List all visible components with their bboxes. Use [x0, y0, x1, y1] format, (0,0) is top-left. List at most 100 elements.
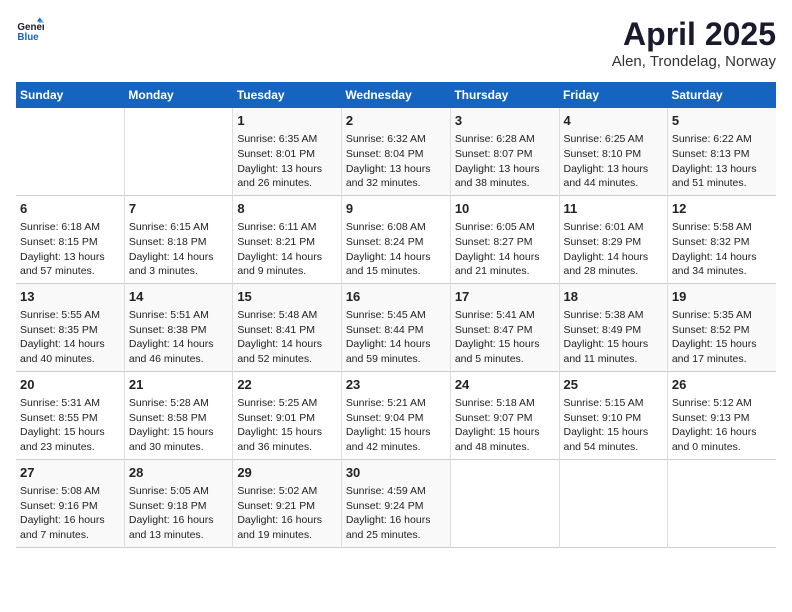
- day-number: 16: [346, 288, 446, 306]
- calendar-cell: 1 Sunrise: 6:35 AM Sunset: 8:01 PM Daylight…: [233, 108, 342, 195]
- day-number: 7: [129, 200, 228, 218]
- sunset-text: Sunset: 8:52 PM: [672, 324, 750, 336]
- sunset-text: Sunset: 9:01 PM: [237, 412, 315, 424]
- calendar-cell: 20Sunrise: 5:31 AMSunset: 8:55 PMDayligh…: [16, 371, 124, 459]
- daylight-text: Daylight: 15 hours and 42 minutes.: [346, 426, 431, 453]
- daylight-text: Daylight: 13 hours and 57 minutes.: [20, 251, 105, 278]
- col-saturday: Saturday: [667, 82, 776, 108]
- calendar-table: Sunday Monday Tuesday Wednesday Thursday…: [16, 82, 776, 548]
- sunrise-text: Sunrise: 5:31 AM: [20, 397, 100, 409]
- calendar-cell: 24 Sunrise: 5:18 AM Sunset: 9:07 PM Dayligh…: [450, 371, 559, 459]
- sunset-text: Sunset: 8:55 PM: [20, 412, 98, 424]
- daylight-text: Daylight: 13 hours and 51 minutes.: [672, 163, 757, 190]
- sunset-text: Sunset: 9:21 PM: [237, 500, 315, 512]
- col-sunday: Sunday: [16, 82, 124, 108]
- logo: General Blue: [16, 16, 44, 44]
- daylight-text: Daylight: 15 hours and 17 minutes.: [672, 338, 757, 365]
- calendar-cell: 25Sunrise: 5:15 AMSunset: 9:10 PMDayligh…: [559, 371, 667, 459]
- daylight-text: Daylight: 16 hours and 0 minutes.: [672, 426, 757, 453]
- calendar-cell: 28Sunrise: 5:05 AMSunset: 9:18 PMDayligh…: [124, 459, 232, 547]
- calendar-cell: 13Sunrise: 5:55 AMSunset: 8:35 PMDayligh…: [16, 283, 124, 371]
- sunset-text: Sunset: 9:16 PM: [20, 500, 98, 512]
- day-number: 8: [237, 200, 337, 218]
- day-number: 2: [346, 112, 446, 130]
- day-number: 22: [237, 376, 337, 394]
- daylight-text: Daylight: 14 hours and 21 minutes.: [455, 251, 540, 278]
- sunset-text: Sunset: 8:38 PM: [129, 324, 207, 336]
- day-number: 27: [20, 464, 120, 482]
- sunrise-text: Sunrise: 5:08 AM: [20, 485, 100, 497]
- sunset-text: Sunset: 8:04 PM: [346, 148, 424, 160]
- daylight-text: Daylight: 14 hours and 46 minutes.: [129, 338, 214, 365]
- sunrise-text: Sunrise: 5:58 AM: [672, 221, 752, 233]
- day-number: 6: [20, 200, 120, 218]
- day-number: 10: [455, 200, 555, 218]
- sunset-text: Sunset: 9:13 PM: [672, 412, 750, 424]
- sunrise-text: Sunrise: 4:59 AM: [346, 485, 426, 497]
- daylight-text: Daylight: 14 hours and 34 minutes.: [672, 251, 757, 278]
- sunrise-text: Sunrise: 5:05 AM: [129, 485, 209, 497]
- day-number: 11: [564, 200, 663, 218]
- sunset-text: Sunset: 9:24 PM: [346, 500, 424, 512]
- sunrise-text: Sunrise: 5:12 AM: [672, 397, 752, 409]
- daylight-text: Daylight: 15 hours and 11 minutes.: [564, 338, 649, 365]
- calendar-cell: 3Sunrise: 6:28 AMSunset: 8:07 PMDaylight…: [450, 108, 559, 195]
- calendar-cell: [450, 459, 559, 547]
- col-monday: Monday: [124, 82, 232, 108]
- calendar-cell: 30Sunrise: 4:59 AMSunset: 9:24 PMDayligh…: [341, 459, 450, 547]
- daylight-text: Daylight: 13 hours and 26 minutes.: [237, 163, 322, 190]
- calendar-cell: 27Sunrise: 5:08 AMSunset: 9:16 PMDayligh…: [16, 459, 124, 547]
- sunset-text: Sunset: 8:27 PM: [455, 236, 533, 248]
- col-tuesday: Tuesday: [233, 82, 342, 108]
- day-number: 30: [346, 464, 446, 482]
- sunset-text: Sunset: 9:04 PM: [346, 412, 424, 424]
- daylight-text: Daylight: 15 hours and 30 minutes.: [129, 426, 214, 453]
- sunrise-text: Sunrise: 5:28 AM: [129, 397, 209, 409]
- day-number: 24: [455, 376, 555, 394]
- sunrise-text: Sunrise: 6:18 AM: [20, 221, 100, 233]
- sunset-text: Sunset: 8:01 PM: [237, 148, 315, 160]
- daylight-text: Daylight: 15 hours and 48 minutes.: [455, 426, 540, 453]
- day-number: 15: [237, 288, 337, 306]
- sunrise-text: Sunrise: 6:15 AM: [129, 221, 209, 233]
- day-number: 3: [455, 112, 555, 130]
- calendar-cell: 16Sunrise: 5:45 AMSunset: 8:44 PMDayligh…: [341, 283, 450, 371]
- sunset-text: Sunset: 8:13 PM: [672, 148, 750, 160]
- sunrise-text: Sunrise: 5:35 AM: [672, 309, 752, 321]
- day-number: 19: [672, 288, 772, 306]
- day-number: 29: [237, 464, 337, 482]
- daylight-text: Daylight: 14 hours and 59 minutes.: [346, 338, 431, 365]
- sunrise-text: Sunrise: 6:22 AM: [672, 133, 752, 145]
- calendar-cell: 21Sunrise: 5:28 AMSunset: 8:58 PMDayligh…: [124, 371, 232, 459]
- daylight-text: Daylight: 14 hours and 9 minutes.: [237, 251, 322, 278]
- sunrise-text: Sunrise: 6:11 AM: [237, 221, 316, 233]
- col-friday: Friday: [559, 82, 667, 108]
- sunrise-text: Sunrise: 5:55 AM: [20, 309, 100, 321]
- sunset-text: Sunset: 8:32 PM: [672, 236, 750, 248]
- calendar-cell: 19 Sunrise: 5:35 AM Sunset: 8:52 PM Dayligh…: [667, 283, 776, 371]
- day-number: 26: [672, 376, 772, 394]
- calendar-title: April 2025: [612, 16, 776, 53]
- calendar-cell: 9Sunrise: 6:08 AMSunset: 8:24 PMDaylight…: [341, 195, 450, 283]
- sunset-text: Sunset: 8:44 PM: [346, 324, 424, 336]
- sunrise-text: Sunrise: 5:15 AM: [564, 397, 644, 409]
- day-number: 13: [20, 288, 120, 306]
- logo-icon: General Blue: [16, 16, 44, 44]
- header: General Blue April 2025 Alen, Trondelag,…: [16, 16, 776, 70]
- day-number: 1: [237, 112, 337, 130]
- daylight-text: Daylight: 13 hours and 38 minutes.: [455, 163, 540, 190]
- sunset-text: Sunset: 9:07 PM: [455, 412, 533, 424]
- sunset-text: Sunset: 8:49 PM: [564, 324, 642, 336]
- calendar-cell: [559, 459, 667, 547]
- daylight-text: Daylight: 15 hours and 54 minutes.: [564, 426, 649, 453]
- sunrise-text: Sunrise: 5:02 AM: [237, 485, 317, 497]
- sunrise-text: Sunrise: 5:18 AM: [455, 397, 535, 409]
- day-number: 23: [346, 376, 446, 394]
- sunrise-text: Sunrise: 5:25 AM: [237, 397, 317, 409]
- sunrise-text: Sunrise: 6:35 AM: [237, 133, 317, 145]
- day-number: 12: [672, 200, 772, 218]
- calendar-subtitle: Alen, Trondelag, Norway: [612, 53, 776, 70]
- sunset-text: Sunset: 8:10 PM: [564, 148, 642, 160]
- sunset-text: Sunset: 9:10 PM: [564, 412, 642, 424]
- calendar-cell: 26 Sunrise: 5:12 AM Sunset: 9:13 PM Dayligh…: [667, 371, 776, 459]
